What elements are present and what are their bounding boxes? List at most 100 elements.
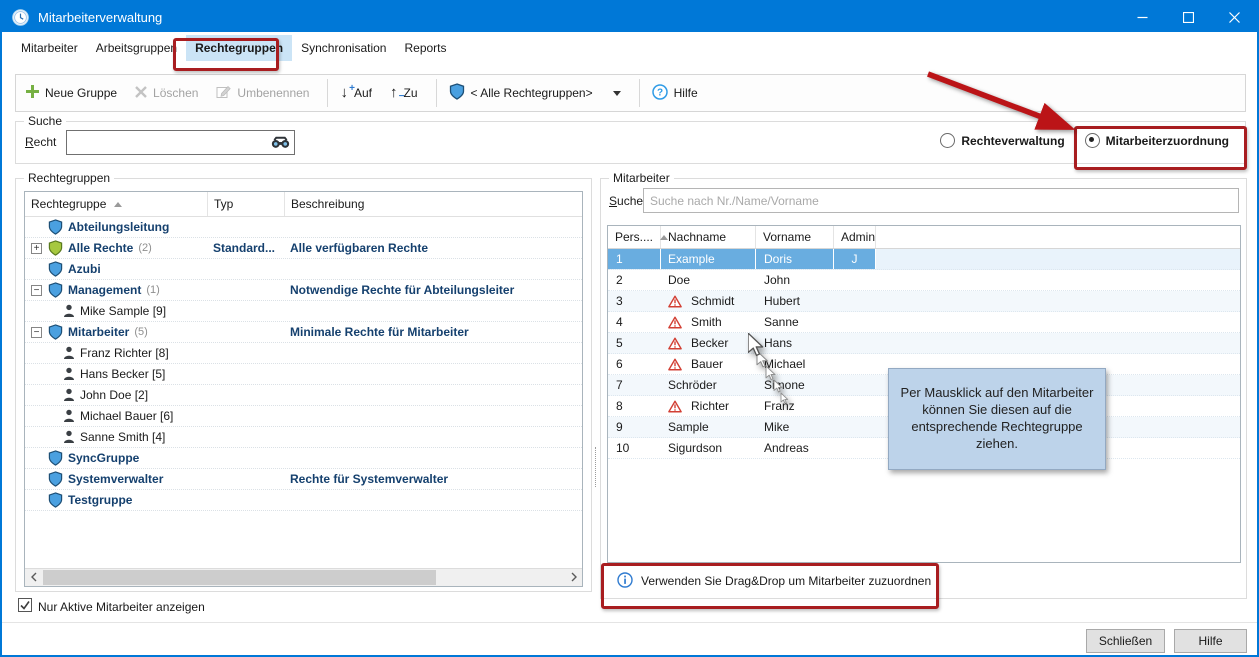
group-row[interactable]: Azubi (25, 259, 582, 280)
nachname-cell: Smith (661, 312, 756, 332)
group-row[interactable]: SystemverwalterRechte für Systemverwalte… (25, 469, 582, 490)
group-row[interactable]: Mike Sample [9] (25, 301, 582, 322)
nachname-text: Bauer (691, 357, 723, 371)
group-row[interactable]: Franz Richter [8] (25, 343, 582, 364)
close-dialog-button[interactable]: Schließen (1086, 629, 1165, 653)
horizontal-scrollbar[interactable] (25, 568, 582, 586)
group-row[interactable]: Testgruppe (25, 490, 582, 511)
group-name: SyncGruppe (68, 451, 139, 465)
recht-search-input[interactable] (66, 130, 295, 155)
column-label: Nachname (668, 230, 726, 244)
menu-item-mitarbeiter[interactable]: Mitarbeiter (12, 35, 87, 61)
group-row[interactable]: Michael Bauer [6] (25, 406, 582, 427)
group-name-cell: Systemverwalter (25, 471, 208, 487)
group-name: Michael Bauer [6] (80, 409, 173, 423)
group-name-cell: Franz Richter [8] (25, 346, 208, 360)
maximize-button[interactable] (1165, 2, 1211, 32)
shield-blue-icon (48, 282, 63, 298)
menu-item-synchronisation[interactable]: Synchronisation (292, 35, 395, 61)
employee-row[interactable]: 2DoeJohn (608, 270, 1240, 291)
group-name: Management (68, 283, 141, 297)
expander-minus-icon[interactable]: − (31, 285, 42, 296)
collapse-button[interactable]: ↑− Zu (390, 86, 418, 100)
scroll-left-icon[interactable] (25, 569, 42, 585)
employee-row[interactable]: 4SmithSanne (608, 312, 1240, 333)
group-name-cell: Abteilungsleitung (25, 219, 208, 235)
employee-search-input[interactable] (643, 188, 1239, 213)
menu-item-arbeitsgruppen[interactable]: Arbeitsgruppen (87, 35, 186, 61)
column-header-nachname[interactable]: Nachname (661, 226, 756, 248)
close-button[interactable] (1211, 2, 1257, 32)
column-label: Admin (841, 230, 875, 244)
person-icon (63, 430, 75, 444)
vorname-cell: John (756, 270, 834, 290)
menu-item-reports[interactable]: Reports (395, 35, 455, 61)
drag-drop-hint: Verwenden Sie Drag&Drop um Mitarbeiter z… (601, 564, 1246, 598)
vorname-cell: Sanne (756, 312, 834, 332)
column-header-admin[interactable]: Admin (834, 226, 876, 248)
group-name-cell: Michael Bauer [6] (25, 409, 208, 423)
group-desc: Minimale Rechte für Mitarbeiter (290, 325, 469, 339)
scroll-right-icon[interactable] (565, 569, 582, 585)
group-filter-value: < Alle Rechtegruppen> (471, 86, 593, 100)
expander-plus-icon[interactable]: + (31, 243, 42, 254)
help-toolbar-button[interactable]: ? Hilfe (652, 84, 698, 103)
nachname-text: Becker (691, 336, 728, 350)
groups-panel: Rechtegruppen Rechtegruppe Typ Beschreib… (15, 178, 592, 592)
group-name-cell: −Mitarbeiter(5) (25, 324, 208, 340)
scrollbar-thumb[interactable] (43, 570, 436, 585)
column-header-typ[interactable]: Typ (208, 192, 285, 216)
group-row[interactable]: Sanne Smith [4] (25, 427, 582, 448)
employee-row[interactable]: 5BeckerHans (608, 333, 1240, 354)
expand-button[interactable]: ↓+ Auf (340, 86, 372, 100)
person-icon (63, 388, 75, 402)
persnr-cell: 1 (608, 249, 661, 269)
admin-text: J (852, 252, 858, 266)
panel-splitter[interactable] (595, 447, 596, 487)
column-label: Rechtegruppe (31, 197, 106, 211)
admin-cell (834, 312, 876, 332)
admin-cell (834, 270, 876, 290)
row-filler (876, 270, 1240, 290)
group-row[interactable]: John Doe [2] (25, 385, 582, 406)
group-row[interactable]: +Alle Rechte(2)Standard...Alle verfügbar… (25, 238, 582, 259)
column-label: Pers.... (615, 230, 653, 244)
window-controls (1119, 2, 1257, 32)
group-row[interactable]: Hans Becker [5] (25, 364, 582, 385)
radio-mitarbeiterzuordnung[interactable]: Mitarbeiterzuordnung (1085, 133, 1229, 148)
column-header-vorname[interactable]: Vorname (756, 226, 834, 248)
delete-button[interactable]: Löschen (135, 86, 198, 101)
help-button[interactable]: Hilfe (1174, 629, 1247, 653)
group-row[interactable]: −Management(1)Notwendige Rechte für Abte… (25, 280, 582, 301)
group-row[interactable]: Abteilungsleitung (25, 217, 582, 238)
admin-cell (834, 417, 876, 437)
expander-minus-icon[interactable]: − (31, 327, 42, 338)
column-header-persnr[interactable]: Pers.... (608, 226, 661, 248)
persnr-cell: 6 (608, 354, 661, 374)
menu-item-rechtegruppen[interactable]: Rechtegruppen (186, 35, 292, 61)
rename-pencil-icon (216, 85, 231, 102)
new-group-button[interactable]: Neue Gruppe (26, 85, 117, 101)
column-header-rechtegruppe[interactable]: Rechtegruppe (25, 192, 208, 216)
binoculars-icon (271, 136, 290, 152)
group-name-cell: Azubi (25, 261, 208, 277)
rename-button[interactable]: Umbenennen (216, 85, 309, 102)
nachname-cell: Sample (661, 417, 756, 437)
active-only-checkbox[interactable]: Nur Aktive Mitarbeiter anzeigen (18, 598, 205, 615)
minimize-button[interactable] (1119, 2, 1165, 32)
employee-row[interactable]: 1ExampleDorisJ (608, 249, 1240, 270)
toolbar-separator (327, 79, 328, 107)
employee-row[interactable]: 3SchmidtHubert (608, 291, 1240, 312)
vorname-cell: Doris (756, 249, 834, 269)
group-name: Mike Sample [9] (80, 304, 166, 318)
group-row[interactable]: −Mitarbeiter(5) Minimale Rechte für Mitar… (25, 322, 582, 343)
svg-text:?: ? (657, 87, 663, 98)
group-filter-dropdown[interactable]: < Alle Rechtegruppen> (449, 83, 621, 103)
radio-label: Mitarbeiterzuordnung (1106, 134, 1229, 148)
column-header-beschreibung[interactable]: Beschreibung (285, 192, 582, 216)
group-row[interactable]: SyncGruppe (25, 448, 582, 469)
row-filler (876, 291, 1240, 311)
nachname-cell: Richter (661, 396, 756, 416)
group-name: John Doe [2] (80, 388, 148, 402)
vorname-cell: Andreas (756, 438, 834, 458)
